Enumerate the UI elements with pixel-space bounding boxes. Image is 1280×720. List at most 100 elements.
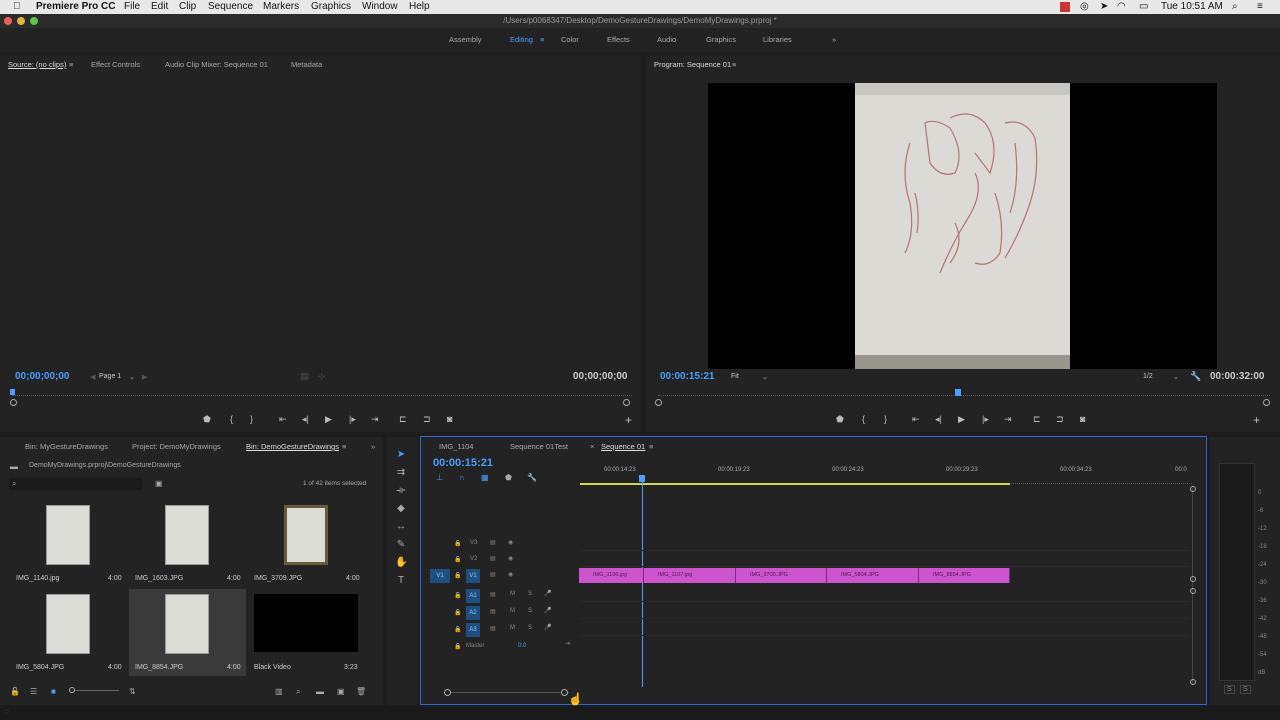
timeline-clip[interactable]: IMG_1107.jpg: [644, 568, 736, 583]
source-patch-v1[interactable]: V1: [430, 569, 450, 583]
source-timecode-in[interactable]: 00;00;00;00: [15, 371, 69, 382]
tab-metadata[interactable]: Metadata: [291, 60, 322, 69]
menu-clip[interactable]: Clip: [179, 1, 196, 12]
step-forward-icon[interactable]: |▸: [349, 414, 356, 425]
v-scroll-mid[interactable]: [1190, 576, 1196, 582]
mark-out-icon[interactable]: }: [884, 414, 887, 424]
tab-audio-clip-mixer[interactable]: Audio Clip Mixer: Sequence 01: [165, 60, 268, 69]
list-icon[interactable]: ≡: [1257, 1, 1263, 12]
location-icon[interactable]: ➤: [1100, 1, 1108, 12]
next-page-icon[interactable]: ▶: [142, 373, 147, 381]
resolution-dropdown-icon[interactable]: ⌄: [1173, 373, 1179, 381]
program-menu-icon[interactable]: ≡: [732, 60, 736, 69]
spotlight-icon[interactable]: ⌕: [1232, 1, 1238, 12]
cc-icon[interactable]: ◎: [1080, 1, 1089, 12]
new-bin-search-icon[interactable]: ▣: [155, 479, 163, 488]
solo-left-button[interactable]: S: [1224, 685, 1235, 694]
lock-icon[interactable]: 🔒: [454, 572, 461, 579]
track-label[interactable]: V3: [470, 540, 477, 546]
add-marker-icon[interactable]: ⬟: [505, 473, 512, 482]
search-input[interactable]: [9, 478, 142, 490]
program-title[interactable]: Program: Sequence 01: [654, 60, 731, 69]
lock-icon[interactable]: 🔒: [454, 592, 461, 599]
step-back-icon[interactable]: ◂|: [302, 414, 309, 425]
clock[interactable]: Tue 10:51 AM: [1161, 1, 1223, 12]
sync-icon[interactable]: ▤: [490, 571, 496, 578]
program-playhead[interactable]: [955, 389, 961, 396]
source-zoom-end[interactable]: [623, 399, 630, 406]
list-item[interactable]: IMG_5804.JPG 4:00: [10, 589, 127, 676]
menu-sequence[interactable]: Sequence: [208, 1, 253, 12]
track-label[interactable]: A3: [466, 623, 480, 637]
workspace-graphics[interactable]: Graphics: [706, 35, 736, 44]
tab-effect-controls[interactable]: Effect Controls: [91, 60, 140, 69]
timeline-clip[interactable]: IMG_8854.JPG: [919, 568, 1010, 583]
menu-graphics[interactable]: Graphics: [311, 1, 351, 12]
nest-icon[interactable]: ⊥: [436, 473, 443, 482]
icon-view-icon[interactable]: ■: [51, 687, 56, 696]
sync-icon[interactable]: ▤: [490, 608, 496, 615]
export-frame-icon[interactable]: ▤: [300, 371, 309, 382]
mute-button[interactable]: M: [510, 608, 515, 614]
mark-in-icon[interactable]: {: [862, 414, 865, 424]
play-icon[interactable]: ▶: [325, 414, 332, 425]
apple-icon[interactable]: : [13, 1, 21, 12]
timeline-timecode[interactable]: 00:00:15:21: [433, 457, 493, 469]
tab-img1104[interactable]: IMG_1104: [439, 442, 473, 451]
source-zoom-start[interactable]: [10, 399, 17, 406]
a-scroll-bottom[interactable]: [1190, 679, 1196, 685]
sync-icon[interactable]: ▤: [490, 591, 496, 598]
minimize-button[interactable]: [17, 17, 25, 25]
linked-selection-icon[interactable]: ▦: [481, 473, 489, 482]
pen-icon[interactable]: ✎: [395, 539, 407, 551]
track-label[interactable]: V2: [470, 556, 477, 562]
tab-sequence-01[interactable]: Sequence 01: [601, 442, 645, 451]
source-playhead[interactable]: [10, 389, 15, 395]
extract-icon[interactable]: ⊐: [1056, 414, 1064, 425]
lock-icon[interactable]: 🔒: [454, 540, 461, 547]
a-scroll-top[interactable]: [1190, 588, 1196, 594]
lock-icon[interactable]: 🔒: [454, 643, 461, 650]
find-icon[interactable]: ⌕: [296, 687, 300, 697]
eye-icon[interactable]: ◉: [508, 539, 513, 546]
more-workspaces-icon[interactable]: »: [832, 35, 836, 44]
track-a1[interactable]: [580, 586, 1189, 602]
insert-icon[interactable]: ⊏: [399, 414, 407, 425]
type-tool-icon[interactable]: T: [395, 575, 407, 587]
overwrite-icon[interactable]: ⊐: [423, 414, 431, 425]
list-item[interactable]: IMG_8854.JPG 4:00: [129, 589, 246, 676]
more-tabs-icon[interactable]: »: [371, 442, 375, 451]
lock-icon[interactable]: 🔓: [10, 687, 20, 696]
source-menu-icon[interactable]: ≡: [69, 60, 73, 69]
solo-button[interactable]: S: [528, 625, 532, 631]
automate-icon[interactable]: ▥: [275, 687, 283, 696]
sync-icon[interactable]: ▤: [490, 555, 496, 562]
trash-icon[interactable]: 🗑: [356, 687, 366, 696]
track-a2[interactable]: [580, 603, 1189, 619]
step-back-icon[interactable]: ◂|: [935, 414, 942, 425]
sync-icon[interactable]: ▤: [490, 539, 496, 546]
lock-icon[interactable]: 🔒: [454, 609, 461, 616]
tab-bin-demogesture[interactable]: Bin: DemoGestureDrawings: [246, 442, 339, 451]
timeline-playhead-handle[interactable]: [639, 475, 645, 482]
go-to-out-icon[interactable]: ⇥: [371, 414, 379, 425]
menu-markers[interactable]: Markers: [263, 1, 299, 12]
mic-icon[interactable]: 🎤: [544, 607, 551, 614]
settings-icon[interactable]: ⊹: [318, 371, 326, 382]
snap-icon[interactable]: ∩: [459, 473, 465, 482]
wrench-icon[interactable]: 🔧: [1190, 371, 1201, 382]
airplay-icon[interactable]: ▭: [1139, 1, 1148, 12]
sync-icon[interactable]: ▤: [490, 625, 496, 632]
page-dropdown-icon[interactable]: ⌄: [129, 373, 135, 381]
tab-project[interactable]: Project: DemoMyDrawings: [132, 442, 221, 451]
timeline-zoom-scrollbar[interactable]: [444, 692, 569, 693]
vertical-scrollbar[interactable]: [1192, 488, 1193, 684]
zoom-slider[interactable]: [69, 690, 119, 691]
sequence-menu-icon[interactable]: ≡: [649, 442, 653, 451]
page-select[interactable]: Page 1: [99, 373, 121, 380]
slip-icon[interactable]: ↔: [395, 521, 407, 533]
mark-out-icon[interactable]: }: [250, 414, 253, 424]
camera-icon[interactable]: ◙: [1080, 414, 1085, 424]
lock-icon[interactable]: 🔒: [454, 556, 461, 563]
timeline-clip[interactable]: IMG_3709.JPG: [736, 568, 827, 583]
